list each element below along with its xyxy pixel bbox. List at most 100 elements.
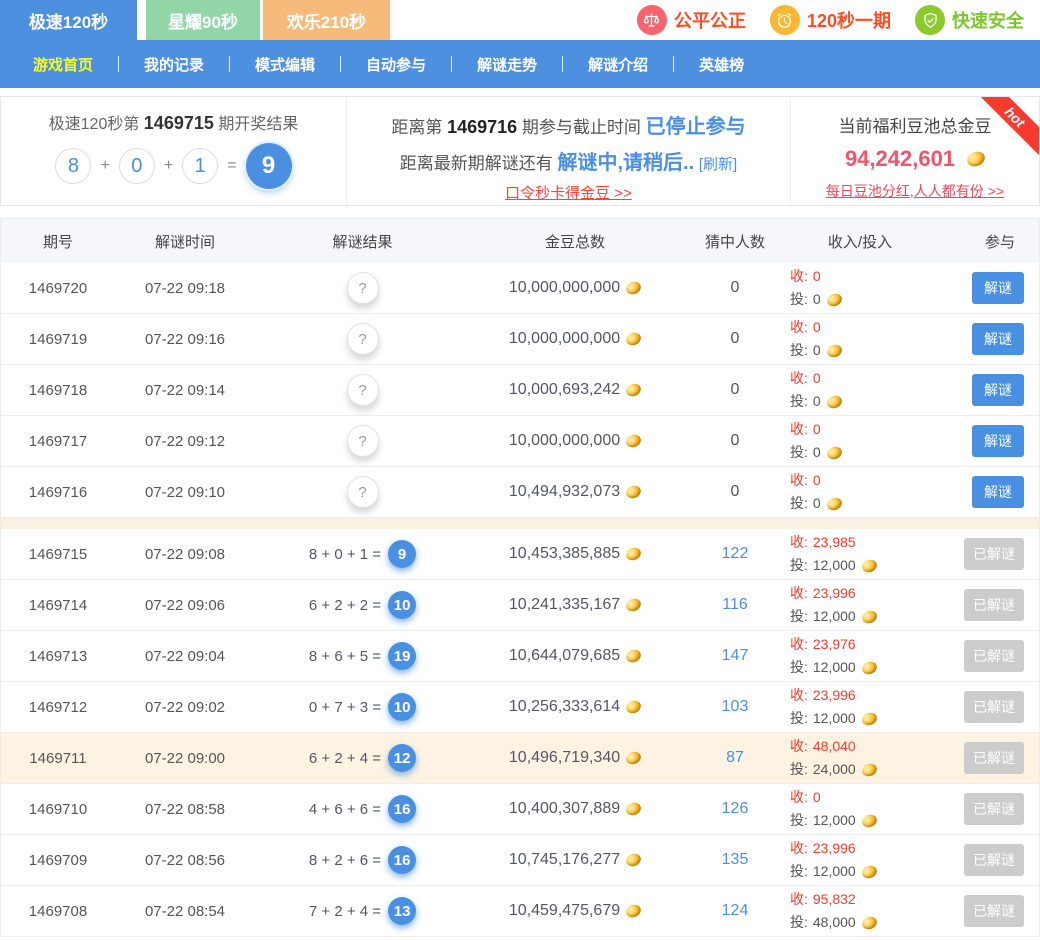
coin-icon [860, 710, 878, 727]
coin-icon [624, 699, 642, 716]
draw-period: 1469715 [144, 113, 214, 133]
income-line: 收:48,040 [790, 735, 930, 758]
row-total: 10,644,079,685 [470, 647, 680, 665]
row-time: 07-22 09:06 [115, 597, 255, 614]
income-line: 收:0 [790, 469, 930, 492]
solve-button[interactable]: 解谜 [972, 476, 1024, 508]
row-result: ? [255, 323, 470, 355]
guessed-count[interactable]: 124 [680, 902, 790, 920]
invest-line: 投:0 [790, 492, 930, 515]
header-guessed: 猜中人数 [680, 231, 790, 252]
income-line: 收:23,996 [790, 582, 930, 605]
table-body: 1469720 07-22 09:18 ? 10,000,000,000 0 收… [1, 263, 1039, 937]
tab-speed-120s[interactable]: 极速120秒 [0, 0, 137, 40]
invest-line: 投:0 [790, 441, 930, 464]
nav-item-auto-join[interactable]: 自动参与 [341, 54, 451, 75]
nav-item-my-records[interactable]: 我的记录 [119, 54, 229, 75]
coin-icon [860, 863, 878, 880]
dividend-link[interactable]: 每日豆池分红,人人都有份 >> [826, 183, 1004, 199]
row-total: 10,000,693,242 [470, 381, 680, 399]
table-row: 1469712 07-22 09:02 0 + 7 + 3 = 10 10,25… [1, 682, 1039, 733]
promo-line: 口令秒卡得金豆 >> [347, 182, 790, 203]
guessed-count: 0 [680, 432, 790, 450]
guessed-count[interactable]: 116 [680, 596, 790, 614]
income-line: 收:23,996 [790, 837, 930, 860]
row-result: 6 + 2 + 4 = 12 [255, 744, 470, 772]
tab-happy-210s[interactable]: 欢乐210秒 [263, 0, 390, 40]
solved-button[interactable]: 已解谜 [964, 691, 1024, 723]
guessed-count[interactable]: 122 [680, 545, 790, 563]
header-total: 金豆总数 [470, 231, 680, 252]
main-nav: 游戏首页 我的记录 模式编辑 自动参与 解谜走势 解谜介绍 英雄榜 [0, 40, 1040, 88]
row-action: 已解谜 [930, 793, 1039, 825]
solved-button[interactable]: 已解谜 [964, 742, 1024, 774]
income-line: 收:23,996 [790, 684, 930, 707]
row-result: 6 + 2 + 2 = 10 [255, 591, 470, 619]
info-panel: 极速120秒第 1469715 期开奖结果 8 + 0 + 1 = 9 距离第 … [0, 96, 1040, 206]
solved-button[interactable]: 已解谜 [964, 844, 1024, 876]
coin-icon [624, 801, 642, 818]
income-invest-cell: 收:23,996 投:12,000 [790, 684, 930, 730]
solve-button[interactable]: 解谜 [972, 272, 1024, 304]
row-action: 解谜 [930, 272, 1039, 304]
coin-icon [624, 484, 642, 501]
draw-ball-1: 8 [55, 148, 91, 184]
plus-sign: + [100, 157, 109, 175]
invest-line: 投:12,000 [790, 656, 930, 679]
income-line: 收:0 [790, 316, 930, 339]
income-invest-cell: 收:0 投:0 [790, 316, 930, 362]
solve-button[interactable]: 解谜 [972, 323, 1024, 355]
solved-button[interactable]: 已解谜 [964, 793, 1024, 825]
row-period: 1469717 [1, 433, 115, 450]
nav-item-trend[interactable]: 解谜走势 [452, 54, 562, 75]
badge-fairness-label: 公平公正 [674, 7, 746, 33]
invest-line: 投:0 [790, 339, 930, 362]
solved-button[interactable]: 已解谜 [964, 538, 1024, 570]
solved-button[interactable]: 已解谜 [964, 895, 1024, 927]
draw-result-balls: 8 + 0 + 1 = 9 [1, 143, 346, 189]
coin-icon [624, 750, 642, 767]
tab-star-90s[interactable]: 星耀90秒 [146, 0, 260, 40]
coin-icon [860, 659, 878, 676]
result-expression: 0 + 7 + 3 = [309, 699, 381, 716]
guessed-count[interactable]: 87 [680, 749, 790, 767]
guessed-count[interactable]: 126 [680, 800, 790, 818]
refresh-link[interactable]: [刷新] [699, 156, 737, 173]
income-line: 收:23,985 [790, 531, 930, 554]
guessed-count[interactable]: 103 [680, 698, 790, 716]
row-time: 07-22 09:08 [115, 546, 255, 563]
row-result: 4 + 6 + 6 = 16 [255, 795, 470, 823]
guessed-count: 0 [680, 279, 790, 297]
guessed-count[interactable]: 147 [680, 647, 790, 665]
income-invest-cell: 收:0 投:0 [790, 469, 930, 515]
row-action: 已解谜 [930, 691, 1039, 723]
password-card-link[interactable]: 口令秒卡得金豆 >> [505, 185, 632, 202]
income-invest-cell: 收:23,996 投:12,000 [790, 582, 930, 628]
row-period: 1469718 [1, 382, 115, 399]
row-total: 10,000,000,000 [470, 432, 680, 450]
guessed-count: 0 [680, 381, 790, 399]
nav-item-mode-edit[interactable]: 模式编辑 [230, 54, 340, 75]
table-row: 1469711 07-22 09:00 6 + 2 + 4 = 12 10,49… [1, 733, 1039, 784]
invest-line: 投:48,000 [790, 911, 930, 934]
coin-icon [624, 280, 642, 297]
result-expression: 8 + 6 + 5 = [309, 648, 381, 665]
nav-item-intro[interactable]: 解谜介绍 [563, 54, 673, 75]
badge-safety: 快速安全 [915, 5, 1024, 35]
row-period: 1469712 [1, 699, 115, 716]
solve-button[interactable]: 解谜 [972, 374, 1024, 406]
nav-item-leaderboard[interactable]: 英雄榜 [674, 54, 769, 75]
row-total: 10,459,475,679 [470, 902, 680, 920]
row-time: 07-22 09:12 [115, 433, 255, 450]
solved-button[interactable]: 已解谜 [964, 589, 1024, 621]
nav-item-home[interactable]: 游戏首页 [8, 54, 118, 75]
row-period: 1469715 [1, 546, 115, 563]
unknown-ball: ? [347, 374, 379, 406]
row-total: 10,241,335,167 [470, 596, 680, 614]
separator-band [1, 518, 1039, 529]
coin-icon [860, 557, 878, 574]
income-line: 收:23,976 [790, 633, 930, 656]
solve-button[interactable]: 解谜 [972, 425, 1024, 457]
solved-button[interactable]: 已解谜 [964, 640, 1024, 672]
guessed-count[interactable]: 135 [680, 851, 790, 869]
